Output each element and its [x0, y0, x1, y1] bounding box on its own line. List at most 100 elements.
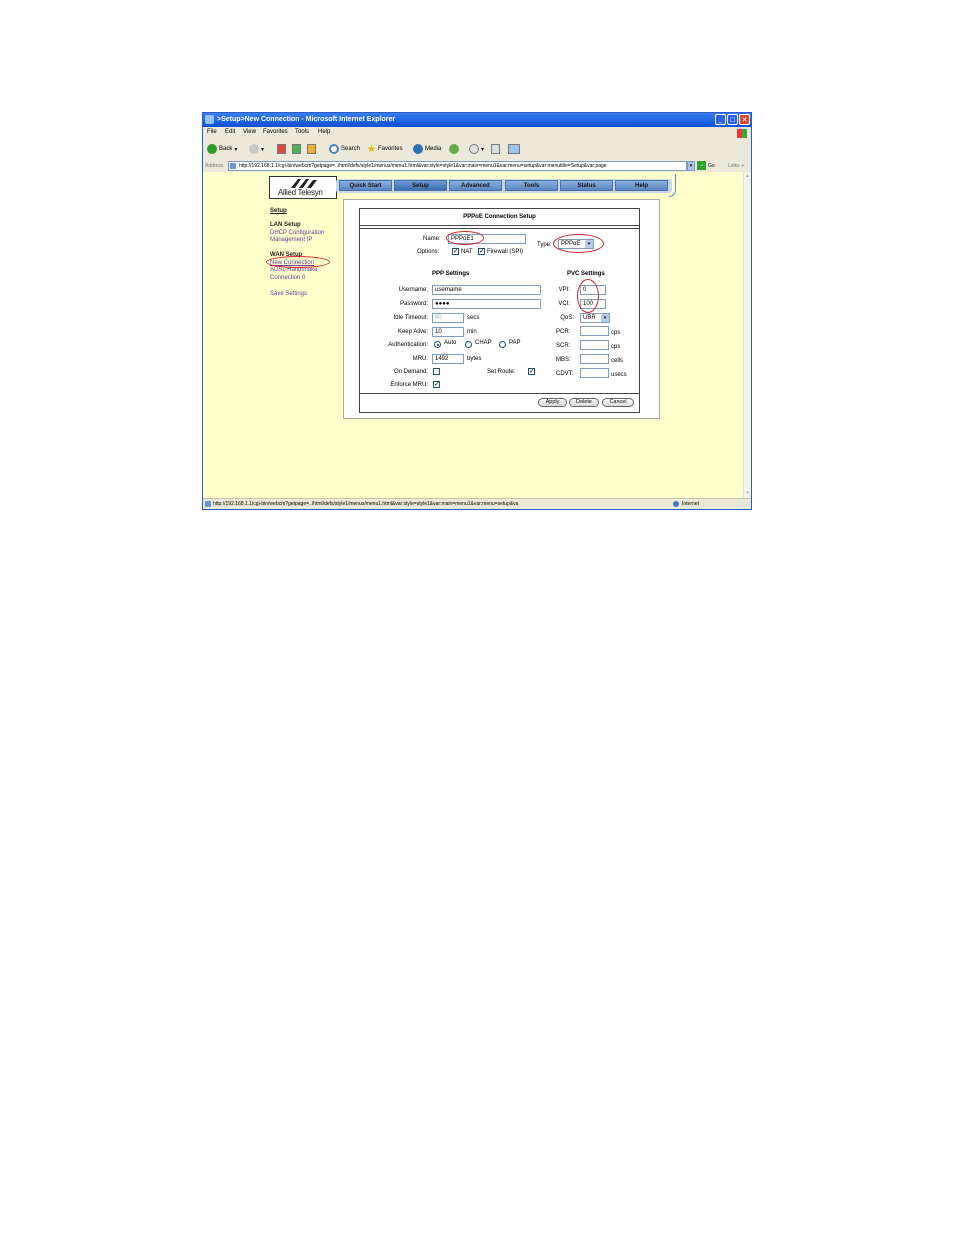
username-input[interactable]: username: [432, 285, 541, 295]
idle-timeout-input[interactable]: 60: [432, 313, 464, 323]
mail-button[interactable]: ▾: [469, 143, 484, 155]
sidebar-connection-0[interactable]: Connection 0: [270, 275, 305, 281]
keep-alive-input[interactable]: 10: [432, 327, 464, 337]
enforce-mru-checkbox[interactable]: ✓: [433, 381, 440, 388]
minimize-button[interactable]: _: [715, 114, 726, 125]
qos-select[interactable]: UBR ▾: [580, 313, 610, 323]
menu-tools[interactable]: Tools: [295, 129, 309, 135]
menu-edit[interactable]: Edit: [225, 129, 235, 135]
nav-status[interactable]: Status: [560, 180, 613, 191]
mbs-input[interactable]: [580, 354, 609, 364]
auth-chap-radio[interactable]: [465, 341, 472, 348]
menu-help[interactable]: Help: [318, 129, 330, 135]
history-icon: [449, 144, 459, 154]
go-arrow-icon: →: [697, 161, 706, 170]
mru-input[interactable]: 1492: [432, 354, 464, 364]
media-button[interactable]: Media: [413, 143, 441, 155]
refresh-icon: [292, 144, 301, 154]
mru-unit: bytes: [467, 356, 482, 362]
favorites-button[interactable]: ★ Favorites: [367, 143, 403, 155]
keep-alive-unit: min: [467, 329, 477, 335]
history-button[interactable]: [449, 143, 459, 155]
home-button[interactable]: [307, 143, 316, 155]
sidebar-setup[interactable]: Setup: [270, 208, 287, 214]
cdvt-unit: usecs: [611, 372, 627, 378]
set-route-label: Set Route:: [487, 369, 516, 375]
status-text: http://192.168.1.1/cgi-bin/webcm?getpage…: [213, 501, 519, 507]
menu-favorites[interactable]: Favorites: [263, 129, 288, 135]
sidebar-lan-setup[interactable]: LAN Setup: [270, 222, 301, 228]
address-bar: Address http://192.168.1.1/cgi-bin/webcm…: [203, 160, 751, 172]
options-label: Options:: [417, 249, 440, 255]
nav-help[interactable]: Help: [615, 180, 668, 191]
pcr-input[interactable]: [580, 326, 609, 336]
windows-logo-icon: [737, 129, 747, 138]
links-button[interactable]: Links »: [728, 163, 744, 169]
nat-checkbox[interactable]: ✓: [452, 248, 459, 255]
scroll-down-icon[interactable]: ▾: [744, 490, 751, 497]
print-button[interactable]: [491, 143, 500, 155]
password-input[interactable]: ●●●●: [432, 299, 541, 309]
scr-input[interactable]: [580, 340, 609, 350]
firewall-label: Firewall (SPI): [487, 249, 524, 255]
sidebar-dhcp-configuration[interactable]: DHCP Configuration: [270, 230, 324, 236]
username-label: Username:: [398, 287, 428, 293]
nav-tools[interactable]: Tools: [505, 180, 558, 191]
vertical-scrollbar[interactable]: ▴ ▾: [743, 172, 751, 498]
menu-file[interactable]: File: [207, 129, 217, 135]
forward-button[interactable]: ▾: [249, 143, 264, 155]
logo-text: Allied Telesyn: [278, 188, 323, 197]
edit-icon: [508, 144, 520, 154]
browser-window: >Setup>New Connection - Microsoft Intern…: [202, 112, 752, 510]
address-label: Address: [205, 163, 224, 169]
auth-pap-radio[interactable]: [499, 341, 506, 348]
stop-button[interactable]: [277, 143, 286, 155]
nav-advanced[interactable]: Advanced: [449, 180, 502, 191]
keep-alive-label: Keep Alive:: [397, 329, 428, 335]
delete-button[interactable]: Delete: [569, 398, 599, 407]
address-dropdown-button[interactable]: ▾: [687, 161, 695, 171]
firewall-checkbox[interactable]: ✓: [478, 248, 485, 255]
logo-mark-icon: [291, 179, 317, 188]
maximize-button[interactable]: □: [727, 114, 738, 125]
title-divider-2: [360, 228, 639, 229]
star-icon: ★: [367, 143, 376, 155]
buttons-divider: [360, 393, 639, 394]
back-button[interactable]: Back ▾: [207, 143, 237, 155]
apply-button[interactable]: Apply: [538, 398, 567, 407]
forward-arrow-icon: [249, 144, 259, 154]
go-button[interactable]: → Go: [697, 161, 715, 170]
on-demand-checkbox[interactable]: [433, 368, 440, 375]
edit-button[interactable]: [508, 143, 520, 155]
set-route-checkbox[interactable]: ✓: [528, 368, 535, 375]
mbs-label: MBS:: [556, 357, 571, 363]
address-input[interactable]: http://192.168.1.1/cgi-bin/webcm?getpage…: [228, 161, 687, 171]
sidebar-save-settings[interactable]: Save Settings: [270, 291, 307, 297]
pppoe-connection-setup-form: PPPoE Connection Setup Name: PPPoE1 Type…: [359, 208, 640, 413]
authentication-label: Authentication:: [388, 342, 428, 348]
auth-auto-radio[interactable]: [434, 341, 441, 348]
close-button[interactable]: ✕: [739, 114, 750, 125]
chevron-down-icon: ▾: [261, 146, 265, 153]
scroll-up-icon[interactable]: ▴: [744, 173, 751, 180]
scr-label: SCR:: [556, 343, 571, 349]
nav-quick-start[interactable]: Quick Start: [339, 180, 392, 191]
cancel-button[interactable]: Cancel: [602, 398, 634, 407]
search-icon: [329, 144, 339, 154]
page-icon: [230, 163, 236, 169]
search-button[interactable]: Search: [329, 143, 360, 155]
menu-view[interactable]: View: [243, 129, 256, 135]
sidebar-management-ip[interactable]: Management IP: [270, 237, 312, 243]
nav-decoration: [669, 174, 676, 197]
on-demand-label: On Demand:: [393, 369, 428, 375]
address-url: http://192.168.1.1/cgi-bin/webcm?getpage…: [239, 163, 607, 169]
page-viewport: Allied Telesyn Quick Start Setup Advance…: [203, 172, 743, 498]
annotation-ellipse-vpi-vci: [577, 279, 599, 313]
allied-telesyn-logo[interactable]: Allied Telesyn: [269, 176, 337, 199]
ie-icon: [205, 115, 214, 124]
cdvt-input[interactable]: [580, 368, 609, 378]
pcr-unit: cps: [611, 330, 621, 336]
nav-setup[interactable]: Setup: [394, 180, 447, 191]
qos-label: QoS:: [560, 315, 574, 321]
refresh-button[interactable]: [292, 143, 301, 155]
